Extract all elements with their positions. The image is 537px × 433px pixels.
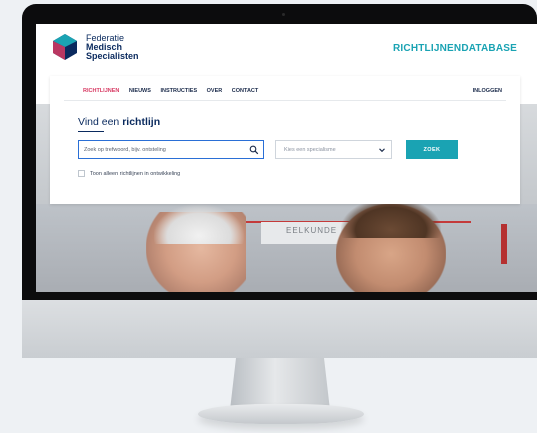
nav-item-instructies[interactable]: INSTRUCTIES — [160, 88, 197, 94]
monitor-stand-base — [198, 404, 364, 424]
in-development-checkbox-label[interactable]: Toon alleen richtlijnen in ontwikkeling — [90, 171, 180, 177]
monitor-chin — [22, 300, 537, 358]
login-link[interactable]: INLOGGEN — [473, 88, 502, 94]
specialism-select[interactable]: Kies een specialisme — [275, 140, 392, 159]
specialism-placeholder: Kies een specialisme — [284, 147, 336, 153]
search-icon[interactable] — [249, 145, 259, 155]
screen: Federatie Medisch Specialisten RICHTLIJN… — [36, 24, 537, 292]
nav-item-nieuws[interactable]: NIEUWS — [129, 88, 151, 94]
search-title-prefix: Vind een — [78, 116, 123, 128]
logo-text[interactable]: Federatie Medisch Specialisten — [86, 34, 139, 61]
fms-logo-icon[interactable] — [50, 32, 80, 62]
nav-item-contact[interactable]: CONTACT — [232, 88, 258, 94]
search-placeholder: Zoek op trefwoord, bijv. ontsteling — [84, 147, 166, 153]
logo-line-3: Specialisten — [86, 51, 139, 61]
database-title: RICHTLIJNENDATABASE — [393, 43, 517, 54]
search-input[interactable]: Zoek op trefwoord, bijv. ontsteling — [78, 140, 264, 159]
site-header: Federatie Medisch Specialisten RICHTLIJN… — [36, 24, 537, 82]
monitor-camera — [282, 13, 285, 16]
search-title-underline — [78, 131, 104, 132]
chevron-down-icon — [379, 148, 385, 153]
main-nav: RICHTLIJNEN NIEUWS INSTRUCTIES OVER CONT… — [83, 88, 266, 94]
nav-item-richtlijnen[interactable]: RICHTLIJNEN — [83, 88, 119, 94]
search-card: RICHTLIJNEN NIEUWS INSTRUCTIES OVER CONT… — [50, 76, 520, 204]
nav-item-over[interactable]: OVER — [207, 88, 223, 94]
hero-person-left-hair — [154, 204, 244, 244]
monitor-stand-neck — [230, 358, 330, 410]
search-title-bold: richtlijn — [122, 116, 161, 128]
search-title: Vind een richtlijn — [78, 116, 160, 128]
hero-person-right-hair — [341, 198, 441, 238]
hero-door — [501, 224, 507, 264]
search-button[interactable]: ZOEK — [406, 140, 458, 159]
in-development-checkbox[interactable] — [78, 170, 85, 177]
hero-sign-text: EELKUNDE — [286, 226, 338, 235]
nav-divider — [64, 100, 506, 101]
